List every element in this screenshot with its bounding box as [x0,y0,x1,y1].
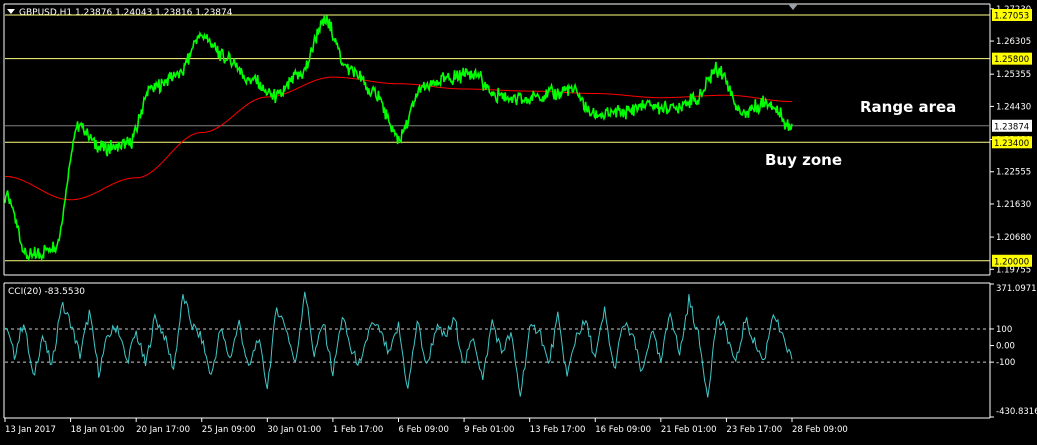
level-price-label: 1.27053 [994,12,1029,22]
buy-zone-annotation: Buy zone [765,151,842,169]
range-area-annotation: Range area [860,98,956,116]
time-tick-label: 16 Feb 09:00 [595,425,651,435]
time-tick-label: 13 Feb 17:00 [530,425,586,435]
time-tick-label: 9 Feb 01:00 [464,425,514,435]
price-axis[interactable]: 1.272301.263051.253551.244301.234801.225… [990,5,1032,275]
level-price-label: 1.20000 [994,257,1029,267]
time-tick-label: 25 Jan 09:00 [202,425,256,435]
cci-tick-label: 371.0971 [996,284,1037,294]
cci-tick-label: -100 [996,358,1015,368]
level-price-label: 1.25800 [994,55,1029,65]
price-tick-label: 1.20680 [996,233,1031,243]
chart-window[interactable]: GBPUSD,H1 1.23876 1.24043 1.23816 1.2387… [0,0,1037,441]
chart-canvas[interactable]: GBPUSD,H1 1.23876 1.24043 1.23816 1.2387… [0,0,1037,441]
symbol-header: GBPUSD,H1 1.23876 1.24043 1.23816 1.2387… [19,8,233,18]
time-tick-label: 1 Feb 17:00 [333,425,383,435]
time-tick-label: 13 Jan 2017 [5,425,56,435]
cci-title: CCI(20) -83.5530 [8,287,85,297]
time-tick-label: 28 Feb 09:00 [792,425,848,435]
time-tick-label: 6 Feb 09:00 [399,425,449,435]
cci-tick-label: -430.8316 [996,407,1037,417]
price-tick-label: 1.22555 [996,168,1031,178]
time-tick-label: 20 Jan 17:00 [136,425,190,435]
time-tick-label: 30 Jan 01:00 [267,425,321,435]
current-price-label: 1.23874 [994,122,1029,132]
time-tick-label: 18 Jan 01:00 [71,425,125,435]
time-tick-label: 21 Feb 01:00 [661,425,717,435]
price-tick-label: 1.21630 [996,200,1031,210]
cci-tick-label: 100 [996,325,1012,335]
price-tick-label: 1.26305 [996,37,1031,47]
cci-tick-label: 0.00 [996,342,1015,352]
price-tick-label: 1.24430 [996,102,1031,112]
price-tick-label: 1.25355 [996,70,1031,80]
chart-background [0,0,1037,441]
time-tick-label: 23 Feb 17:00 [726,425,782,435]
level-price-label: 1.23400 [994,139,1029,149]
